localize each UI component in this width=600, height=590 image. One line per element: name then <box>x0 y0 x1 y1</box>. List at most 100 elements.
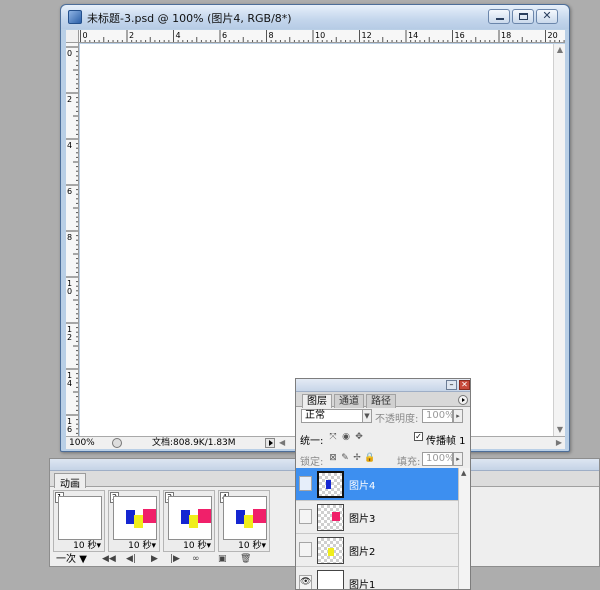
layer-name[interactable]: 图片2 <box>349 543 375 558</box>
blend-mode-dropdown-icon[interactable]: ▼ <box>362 409 372 423</box>
document-size-info: 文档:808.9K/1.83M <box>152 438 236 448</box>
delay-dropdown-icon[interactable]: ▾ <box>261 541 266 551</box>
maximize-icon <box>519 13 528 20</box>
panel-close-icon[interactable]: ✕ <box>459 380 470 390</box>
layers-panel-header[interactable]: – ✕ <box>296 379 470 392</box>
minimize-icon <box>496 18 504 20</box>
frame-thumbnail <box>58 496 102 540</box>
unify-position-icon[interactable]: ⤧ <box>328 432 338 442</box>
scroll-right-icon[interactable]: ▶ <box>556 437 562 449</box>
layers-tab-bar: 图层 通道 路径 <box>296 392 470 408</box>
maximize-button[interactable] <box>512 9 534 24</box>
minimize-button[interactable] <box>488 9 510 24</box>
frame-delay[interactable]: 10 秒▾ <box>164 541 214 552</box>
tab-channels[interactable]: 通道 <box>334 394 364 408</box>
frame-delay[interactable]: 10 秒▾ <box>219 541 269 552</box>
layer-thumbnail <box>317 471 344 498</box>
scroll-left-icon[interactable]: ◀ <box>279 437 285 449</box>
delay-dropdown-icon[interactable]: ▾ <box>206 541 211 551</box>
panel-menu-icon[interactable] <box>458 395 468 405</box>
play-icon[interactable]: ▶ <box>151 553 158 566</box>
frame-delay[interactable]: 10 秒▾ <box>109 541 159 552</box>
lock-image-pixels-icon[interactable]: ✎ <box>340 453 350 463</box>
layer-visibility-toggle[interactable] <box>299 476 312 491</box>
close-icon: ✕ <box>542 9 552 22</box>
tab-paths[interactable]: 路径 <box>366 394 396 408</box>
delay-dropdown-icon[interactable]: ▾ <box>151 541 156 551</box>
layer-name[interactable]: 图片3 <box>349 510 375 525</box>
layer-row-3[interactable]: 图片3 <box>296 501 458 534</box>
ruler-label: 14 <box>408 31 418 40</box>
ruler-label: 2 <box>67 95 72 104</box>
scroll-down-icon[interactable]: ▼ <box>554 425 566 435</box>
ruler-label: 2 <box>129 31 134 40</box>
frame-thumbnail <box>113 496 157 540</box>
animation-frame-1[interactable]: 1 10 秒▾ <box>53 490 105 552</box>
horizontal-ruler[interactable]: 024681012141618202 <box>79 30 565 43</box>
ruler-label: 0 <box>83 31 88 40</box>
unify-visibility-icon[interactable]: ◉ <box>341 432 351 442</box>
layer-row-2[interactable]: 图片2 <box>296 534 458 567</box>
tab-layers[interactable]: 图层 <box>302 394 332 408</box>
lock-all-icon[interactable]: 🔒 <box>364 453 375 463</box>
delete-frame-icon[interactable]: 🗑 <box>240 553 251 566</box>
lock-transparent-pixels-icon[interactable]: ⊠ <box>328 453 338 463</box>
tween-icon[interactable]: ∞ <box>192 553 200 566</box>
unify-label: 统一: <box>300 436 324 447</box>
duplicate-frame-icon[interactable]: ▣ <box>218 553 227 566</box>
tab-animation[interactable]: 动画 <box>54 473 86 490</box>
layer-visibility-toggle[interactable] <box>299 542 312 557</box>
status-menu-button[interactable] <box>265 438 275 448</box>
next-frame-icon[interactable]: |▶ <box>170 553 180 566</box>
layer-name[interactable]: 图片4 <box>349 477 375 492</box>
opacity-label: 不透明度: <box>375 414 419 425</box>
fill-slider-icon[interactable]: ▸ <box>453 452 463 466</box>
unify-style-icon[interactable]: ✥ <box>354 432 364 442</box>
animation-frame-2[interactable]: 2 10 秒▾ <box>108 490 160 552</box>
layer-visibility-toggle[interactable]: 👁 <box>299 575 312 589</box>
animation-frame-4[interactable]: 4 10 秒▾ <box>218 490 270 552</box>
layer-name[interactable]: 图片1 <box>349 576 375 589</box>
scroll-up-icon[interactable]: ▲ <box>461 469 466 477</box>
opacity-slider-icon[interactable]: ▸ <box>453 409 463 423</box>
propagate-frame-checkbox[interactable]: ✓ <box>414 432 423 441</box>
layers-panel: – ✕ 图层 通道 路径 正常 ▼ 不透明度: 100% ▸ 统一: ⤧ ◉ ✥… <box>295 378 471 590</box>
previous-frame-icon[interactable]: ◀| <box>126 553 136 566</box>
layer-thumbnail <box>317 537 344 564</box>
yellow-square <box>134 515 143 528</box>
vertical-scrollbar[interactable]: ▲ ▼ <box>553 44 565 436</box>
zoom-icon[interactable] <box>112 438 122 448</box>
ruler-label: 6 <box>67 187 72 196</box>
photoshop-document-icon <box>68 10 82 24</box>
first-frame-icon[interactable]: ◀◀ <box>102 553 116 566</box>
blend-mode-select[interactable]: 正常 <box>301 409 367 423</box>
layer-row-1[interactable]: 👁 图片1 <box>296 567 458 589</box>
vertical-ruler[interactable]: 0246810121416 <box>66 43 79 436</box>
ruler-label: 10 <box>315 31 325 40</box>
red-square <box>253 509 266 523</box>
layer-thumbnail <box>317 570 344 589</box>
loop-options-select[interactable]: 一次 ▼ <box>56 553 87 566</box>
layers-scrollbar[interactable]: ▲ <box>458 468 470 589</box>
ruler-label: 6 <box>222 31 227 40</box>
delay-dropdown-icon[interactable]: ▾ <box>96 541 101 551</box>
close-button[interactable]: ✕ <box>536 9 558 24</box>
panel-minimize-icon[interactable]: – <box>446 380 457 390</box>
scroll-up-icon[interactable]: ▲ <box>554 45 566 55</box>
loop-dropdown-icon[interactable]: ▼ <box>79 554 87 565</box>
frame-thumbnail <box>168 496 212 540</box>
frame-thumbnail <box>223 496 267 540</box>
document-titlebar[interactable]: 未标题-3.psd @ 100% (图片4, RGB/8*) ✕ <box>61 5 569 29</box>
animation-frame-3[interactable]: 3 10 秒▾ <box>163 490 215 552</box>
propagate-frame-label: 传播帧 1 <box>426 436 466 447</box>
ruler-label: 4 <box>67 379 72 388</box>
ruler-label: 4 <box>67 141 72 150</box>
layer-row-4[interactable]: 图片4 <box>296 468 458 501</box>
frame-delay[interactable]: 10 秒▾ <box>54 541 104 552</box>
zoom-level[interactable]: 100% <box>69 437 95 449</box>
lock-position-icon[interactable]: ✢ <box>352 453 362 463</box>
opacity-field[interactable]: 100% <box>422 409 455 423</box>
ruler-origin[interactable] <box>66 30 79 43</box>
fill-field[interactable]: 100% <box>422 452 455 466</box>
layer-visibility-toggle[interactable] <box>299 509 312 524</box>
